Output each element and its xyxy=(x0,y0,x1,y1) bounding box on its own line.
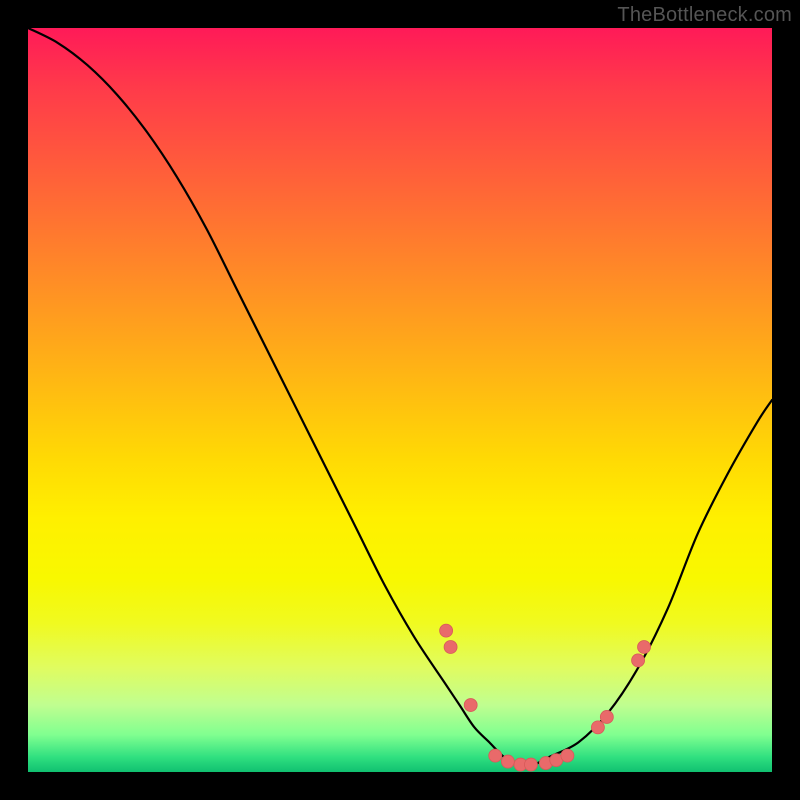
curve-marker xyxy=(524,758,537,771)
curve-marker xyxy=(600,710,613,723)
bottleneck-curve xyxy=(28,28,772,765)
chart-frame: TheBottleneck.com xyxy=(0,0,800,800)
curve-marker xyxy=(444,641,457,654)
curve-marker xyxy=(591,721,604,734)
chart-svg xyxy=(28,28,772,772)
curve-marker xyxy=(561,749,574,762)
curve-marker xyxy=(489,749,502,762)
curve-marker xyxy=(440,624,453,637)
curve-marker xyxy=(464,699,477,712)
curve-marker xyxy=(632,654,645,667)
curve-marker xyxy=(638,641,651,654)
watermark-text: TheBottleneck.com xyxy=(617,4,792,27)
curve-marker xyxy=(501,755,514,768)
